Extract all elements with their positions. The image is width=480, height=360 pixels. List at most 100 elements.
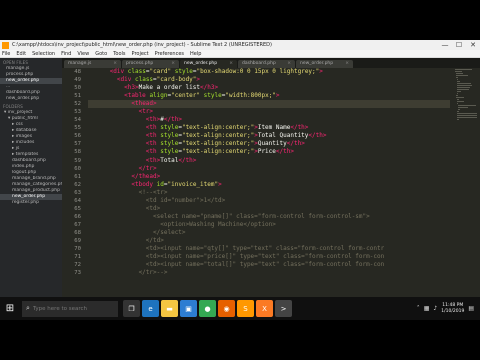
start-button[interactable]: ⊞ [0,297,20,320]
volume-icon[interactable]: ♪ [433,305,437,312]
window-titlebar: C:\xampp\htdocs\inv_project\public_html\… [0,40,480,50]
minimap-line [456,99,459,100]
code-line[interactable]: <tbody id="invoice_item"> [88,181,450,189]
line-number: 49 [74,77,81,84]
minimap-line [456,95,459,96]
xampp-icon[interactable]: X [256,300,273,317]
minimap-line [457,85,472,86]
code-lines[interactable]: <div class="card" style="box-shadow:0 0 … [88,68,450,314]
folder-tree-item[interactable]: register.php [0,200,62,206]
line-number: 50 [74,85,81,92]
task-view-icon[interactable]: ❐ [123,300,140,317]
editor-pane: manage.js × process.php × new_order.php × dash… [62,58,480,314]
windows-icon: ⊞ [5,303,15,314]
code-line[interactable]: <select name="pname[]" class="form-contr… [88,213,450,221]
tab-close-icon[interactable]: × [171,61,175,67]
firefox-icon[interactable]: ◉ [218,300,235,317]
code-line[interactable]: <thead> [88,100,450,109]
maximize-button[interactable]: ☐ [452,40,466,50]
code-line[interactable]: <div class="card-body"> [88,76,450,84]
code-line[interactable]: <td> [88,205,450,213]
code-line[interactable]: <td><input name="total[]" type="text" cl… [88,261,450,269]
line-number: 67 [74,221,81,228]
search-icon: ⌕ [26,304,30,312]
code-line[interactable]: <!--<tr> [88,189,450,197]
code-line[interactable]: <td><input name="price[]" type="text" cl… [88,253,450,261]
sublime-icon[interactable]: S [237,300,254,317]
code-line[interactable]: </td> [88,237,450,245]
menu-item-view[interactable]: View [77,51,89,57]
edge-icon[interactable]: e [142,300,159,317]
editor-tab[interactable]: new_order.php × [180,60,237,68]
minimap-line [456,97,464,98]
code-line[interactable]: <th style="text-align:center;">Total Qua… [88,132,450,140]
code-line[interactable]: <td><input name="qty[]" type="text" clas… [88,245,450,253]
line-number: 60 [74,165,81,172]
code-line[interactable]: <th style="text-align:center;">Quantity<… [88,140,450,148]
tab-close-icon[interactable]: × [287,61,291,67]
minimap-line [456,77,459,78]
minimap[interactable] [452,68,480,314]
code-line[interactable]: <h3>Make a order list</h3> [88,84,450,92]
menu-item-tools[interactable]: Tools [113,51,125,57]
line-number: 57 [74,141,81,148]
editor-tab[interactable]: process.php × [122,60,179,68]
explorer-icon[interactable]: ▬ [161,300,178,317]
minimap-line [457,111,459,112]
notifications-icon[interactable]: ▤ [468,305,474,312]
network-icon[interactable]: ▦ [424,305,430,312]
code-line[interactable]: <th>#</th> [88,116,450,124]
chrome-icon[interactable]: ● [199,300,216,317]
editor-tab[interactable]: dashboard.php × [238,60,295,68]
code-area[interactable]: 48 49 50 51 52 53 54 55 56 57 58 59 60 61 62 63 64 65 66 67… [62,68,480,314]
menu-item-find[interactable]: Find [61,51,71,57]
line-number: 73 [74,270,81,277]
line-number: 65 [74,205,81,212]
editor-tab[interactable]: new_order.php × [296,60,353,68]
chevron-up-icon[interactable]: ˄ [417,305,420,312]
code-line[interactable]: <td id="number">1</td> [88,197,450,205]
editor-tab[interactable]: manage.js × [64,60,121,68]
tab-close-icon[interactable]: × [345,61,349,67]
code-line[interactable]: <div class="card" style="box-shadow:0 0 … [88,68,450,76]
code-line[interactable]: <th style="text-align:center;">Price</th… [88,148,450,156]
taskbar-search[interactable]: ⌕ [22,300,118,317]
menu-item-file[interactable]: File [2,51,10,57]
menu-item-edit[interactable]: Edit [16,51,26,57]
line-number: 62 [74,181,81,188]
code-line[interactable]: </select> [88,229,450,237]
menu-item-selection[interactable]: Selection [32,51,55,57]
store-icon[interactable]: ▣ [180,300,197,317]
minimap-line [457,81,460,82]
code-line[interactable]: <th>Total</th> [88,157,450,165]
code-line[interactable]: <table align="center" style="width:800px… [88,92,450,100]
tab-close-icon[interactable]: × [229,61,233,67]
tab-close-icon[interactable]: × [113,61,117,67]
code-line[interactable]: </thead> [88,173,450,181]
search-input[interactable] [32,305,113,312]
minimap-line [457,109,461,110]
code-line[interactable]: <option>Washing Machine</option> [88,221,450,229]
open-files-header: OPEN FILES [3,60,29,65]
code-line[interactable]: <tr> [88,108,450,116]
minimize-button[interactable]: — [438,40,452,50]
line-number: 58 [74,149,81,156]
minimap-line [455,73,464,74]
line-number: 52 [74,101,81,108]
minimap-line [455,75,469,76]
menu-item-preferences[interactable]: Preferences [155,51,184,57]
clock[interactable]: 11:48 PM 1/10/2019 [441,303,464,315]
cmd-icon[interactable]: > [275,300,292,317]
desktop-screen: C:\xampp\htdocs\inv_project\public_html\… [0,40,480,320]
menu-item-project[interactable]: Project [132,51,149,57]
window-controls: — ☐ ✕ [438,40,480,50]
code-line[interactable]: <th style="text-align:center;">Item Name… [88,124,450,132]
menu-item-goto[interactable]: Goto [95,51,107,57]
code-line[interactable]: </tr>--> [88,269,450,277]
tab-label: new_order.php [300,61,334,66]
code-line[interactable]: </tr> [88,165,450,173]
minimap-line [457,91,462,92]
menu-item-help[interactable]: Help [190,51,201,57]
minimap-line [454,69,473,70]
close-button[interactable]: ✕ [466,40,480,50]
